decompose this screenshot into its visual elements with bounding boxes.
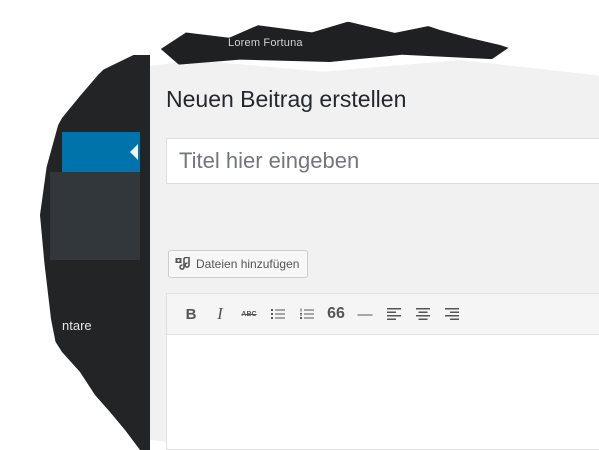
sidebar-item-posts[interactable] bbox=[62, 132, 140, 172]
media-icon bbox=[175, 256, 191, 271]
align-center-icon bbox=[416, 308, 430, 320]
page-title: Neuen Beitrag erstellen bbox=[166, 86, 407, 112]
sidebar-submenu bbox=[50, 172, 140, 260]
align-left-icon bbox=[387, 308, 401, 320]
editor-toolbar: B I ABC 66 — bbox=[166, 293, 599, 335]
align-left-button[interactable] bbox=[380, 300, 408, 328]
strikethrough-button[interactable]: ABC bbox=[235, 300, 263, 328]
align-right-button[interactable] bbox=[438, 300, 466, 328]
admin-bar-site-label[interactable]: Lorem Fortuna bbox=[228, 37, 303, 49]
post-title-input[interactable] bbox=[166, 138, 599, 184]
align-center-button[interactable] bbox=[409, 300, 437, 328]
bold-button[interactable]: B bbox=[177, 300, 205, 328]
align-right-icon bbox=[445, 308, 459, 320]
admin-bar bbox=[150, 19, 510, 65]
numbered-list-button[interactable] bbox=[293, 300, 321, 328]
sidebar-item-comments[interactable]: ntare bbox=[62, 318, 92, 333]
numbered-list-icon bbox=[300, 308, 314, 319]
horizontal-line-button[interactable]: — bbox=[351, 300, 379, 328]
add-media-label: Dateien hinzufügen bbox=[196, 257, 300, 271]
add-media-button[interactable]: Dateien hinzufügen bbox=[168, 250, 309, 278]
bulleted-list-icon bbox=[271, 309, 285, 319]
italic-button[interactable]: I bbox=[206, 300, 234, 328]
screenshot-frame: Lorem Fortuna ntare Neuen Beitrag erstel… bbox=[0, 0, 599, 450]
active-menu-pointer bbox=[130, 144, 138, 160]
bulleted-list-button[interactable] bbox=[264, 300, 292, 328]
blockquote-button[interactable]: 66 bbox=[322, 300, 350, 328]
